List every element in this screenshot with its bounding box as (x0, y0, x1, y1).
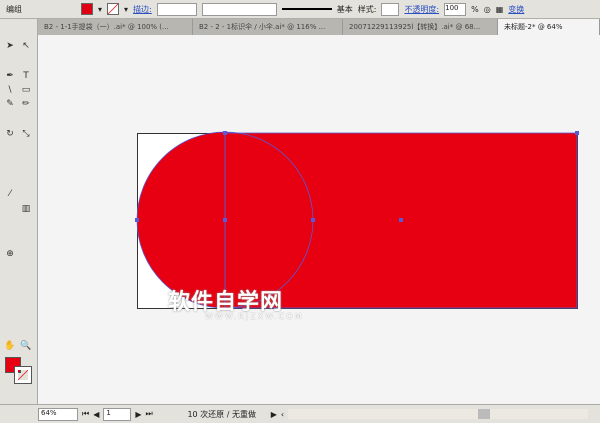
document-tabs: B2 - 1-1手提袋（一）.ai* @ 100% (... B2 - 2 - … (38, 19, 600, 35)
prev-page-button[interactable]: ◀ (93, 410, 99, 419)
zoom-tool-icon[interactable]: 🔍 (19, 341, 33, 352)
zoom-select[interactable]: 64% (38, 407, 78, 421)
opacity-input[interactable]: 100 (444, 2, 467, 16)
tab-doc-active[interactable]: 未标题-2* @ 64% (498, 19, 600, 35)
graph-tool-icon[interactable]: ▥ (19, 204, 33, 215)
recolor-icon[interactable]: ◎ (484, 5, 491, 14)
page-select[interactable]: 1 (103, 407, 132, 421)
style-select[interactable] (381, 2, 400, 16)
horizontal-scrollbar[interactable] (288, 409, 589, 419)
tab-doc-2[interactable]: B2 - 2 - 1标识伞 / 小伞.ai* @ 116% ... (193, 19, 343, 35)
stroke-swatch[interactable] (14, 366, 32, 384)
tab-doc-1[interactable]: B2 - 1-1手提袋（一）.ai* @ 100% (... (38, 19, 193, 35)
selection-tool-icon[interactable]: ➤ (3, 41, 17, 52)
stroke-weight-select[interactable] (156, 2, 197, 16)
line-tool-icon[interactable]: \ (3, 85, 17, 96)
stroke-profile[interactable]: 基本 (337, 4, 353, 15)
scroll-left-button[interactable]: ‹ (281, 410, 284, 419)
canvas[interactable] (38, 35, 600, 404)
stroke-none-swatch[interactable] (107, 3, 120, 15)
symbol-tool-icon[interactable]: ⊕ (3, 249, 17, 260)
tools-panel: ➤ ↖ ✒ T \ ▭ ✎ ✏ ↻ ⤡ ⁄ ▥ ⊕ ✋ 🔍 ◉◉◌ (0, 19, 38, 414)
selection-label: 编组 (6, 4, 22, 14)
control-bar: 编组 ▾ ▾ 描边: 基本 样式: 不透明度: 100 % ◎ ▦ 变换 (0, 0, 600, 19)
stroke-line-preview[interactable] (281, 8, 332, 10)
artwork (135, 131, 579, 309)
eyedropper-icon[interactable]: ⁄ (3, 189, 17, 200)
opacity-link[interactable]: 不透明度: (404, 4, 439, 15)
opacity-unit: % (471, 4, 479, 14)
hand-tool-icon[interactable]: ✋ (3, 341, 17, 352)
direct-selection-icon[interactable]: ↖ (19, 41, 33, 52)
chevron-down-icon[interactable]: ▾ (98, 5, 102, 14)
status-message: 10 次还原 / 无重做 (187, 409, 256, 419)
status-menu-arrow[interactable]: ▶ (271, 410, 277, 419)
transform-link[interactable]: 变换 (508, 4, 524, 15)
tab-doc-3[interactable]: 20071229113925l【转换】.ai* @ 68... (343, 19, 498, 35)
style-label: 样式: (357, 4, 377, 14)
rectangle-tool-icon[interactable]: ▭ (19, 85, 33, 96)
next-page-button[interactable]: ▶ (135, 410, 141, 419)
pen-tool-icon[interactable]: ✒ (3, 71, 17, 82)
stroke-link[interactable]: 描边: (133, 4, 152, 15)
watermark-url: WWW.RJZXW.COM (205, 312, 304, 321)
chevron-down-icon[interactable]: ▾ (124, 5, 128, 14)
rotate-tool-icon[interactable]: ↻ (3, 129, 17, 140)
status-bar: 64% ⏮ ◀ 1 ▶ ⏭ 10 次还原 / 无重做 ▶ ‹ (0, 404, 600, 423)
variable-width-select[interactable] (201, 2, 277, 16)
type-tool-icon[interactable]: T (19, 71, 33, 82)
brush-tool-icon[interactable]: ✎ (3, 99, 17, 110)
last-page-button[interactable]: ⏭ (146, 409, 153, 419)
align-icon[interactable]: ▦ (496, 5, 504, 14)
first-page-button[interactable]: ⏮ (82, 409, 89, 419)
scale-tool-icon[interactable]: ⤡ (19, 129, 33, 140)
pencil-tool-icon[interactable]: ✏ (19, 99, 33, 110)
fill-color-swatch[interactable] (81, 3, 93, 15)
